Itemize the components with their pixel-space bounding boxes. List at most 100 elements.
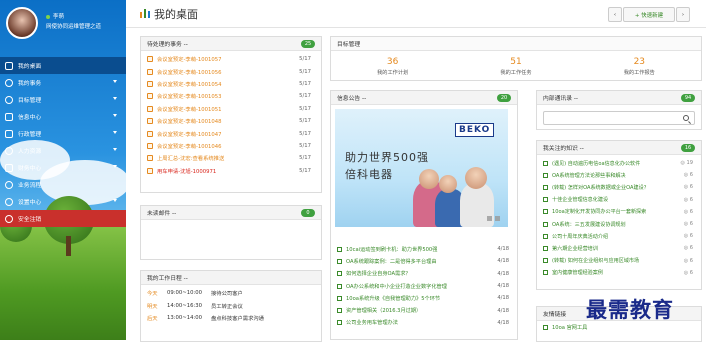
notice-item[interactable]: 公司业务用车管理办法 4/18: [331, 317, 517, 329]
notice-item[interactable]: 资产管理相关（2016.3月过期） 4/18: [331, 304, 517, 316]
sidebar-item-settings[interactable]: 设置中心: [0, 193, 126, 210]
family-photo: [419, 169, 439, 189]
goal-panel: 目标管理 36 我的工作计划 51 我的工作任务 23 我的工作报告: [330, 36, 702, 81]
notice-item[interactable]: 10cai运动签到刷卡机：助力世界500强 4/18: [331, 243, 517, 255]
carousel-prev-icon[interactable]: [487, 216, 492, 221]
user-name: 李萌: [46, 12, 64, 20]
todo-item[interactable]: 会议室预定-李萌-1001054 5/17: [141, 78, 321, 90]
todo-item-date: 5/17: [299, 142, 311, 149]
todo-item-date: 5/17: [299, 68, 311, 75]
advertisement-banner[interactable]: BEKO 助力世界500强 倍科电器: [335, 109, 508, 227]
knowledge-title: 室内健康管理经验案例: [552, 270, 603, 277]
schedule-title: 接待公司客户: [211, 291, 243, 298]
sidebar-item-workflow[interactable]: 业务流程: [0, 176, 126, 193]
sidebar-item-goals[interactable]: 目标管理: [0, 91, 126, 108]
todo-item-date: 5/17: [299, 56, 311, 63]
knowledge-count: ◎ 6: [683, 257, 693, 264]
knowledge-item[interactable]: 10oa定制化开发协同办公平台一套新探索 ◎ 6: [537, 206, 701, 218]
schedule-item[interactable]: 后天 13:00~14:00 盘点科技客户需求沟通: [141, 312, 321, 325]
todo-item[interactable]: 会议室预定-李萌-1001053 5/17: [141, 90, 321, 102]
sidebar-item-affairs[interactable]: 我的事务: [0, 74, 126, 91]
knowledge-count-badge: 16: [681, 144, 695, 152]
knowledge-title: 10oa定制化开发协同办公平台一套新探索: [552, 209, 647, 216]
knowledge-item[interactable]: 室内健康管理经验案例 ◎ 6: [537, 267, 701, 279]
document-icon: [147, 155, 153, 162]
notice-item[interactable]: OA系统跟踪案例：二是倍得多平台理由 4/18: [331, 255, 517, 267]
knowledge-item[interactable]: OA系统管理方法论那些事和解决 ◎ 6: [537, 169, 701, 181]
notice-icon: [337, 295, 342, 301]
mail-panel-header: 未读邮件 -- 0: [141, 206, 321, 220]
sidebar-item-desktop[interactable]: 我的桌面: [0, 57, 126, 74]
goal-label: 我的工作报告: [623, 70, 655, 76]
knowledge-item[interactable]: 第六期企业经营培训 ◎ 6: [537, 242, 701, 254]
todo-item-title: 上周汇总-沈宏:查看系统推送: [157, 156, 225, 163]
sidebar-item-admin[interactable]: 行政管理: [0, 125, 126, 142]
notice-item[interactable]: OA办公系统和中小企业打造企业数字化管理 4/18: [331, 280, 517, 292]
sidebar-item-finance[interactable]: 财务中心: [0, 159, 126, 176]
knowledge-item[interactable]: OA系统：三五发展建设协调规划 ◎ 6: [537, 218, 701, 230]
knowledge-icon: [543, 160, 548, 166]
todo-item[interactable]: 会议室预定-李萌-1001057 5/17: [141, 53, 321, 65]
contacts-search-input[interactable]: [543, 111, 695, 125]
knowledge-list: (遇见) 自动遍历电信oa信息化办公软件 ◎ 19 OA系统管理方法论那些事和解决 ◎…: [537, 155, 701, 279]
knowledge-count: ◎ 6: [683, 245, 693, 252]
todo-item[interactable]: 会议室预定-李萌-1001056 5/17: [141, 65, 321, 77]
sidebar-item-logout[interactable]: 安全注销: [0, 210, 126, 227]
notice-item[interactable]: 10oa系统升级《自我管理助力》5个环节 4/18: [331, 292, 517, 304]
todo-item[interactable]: 会议室预定-李萌-1001048 5/17: [141, 115, 321, 127]
knowledge-item[interactable]: (转载) 如何在企业组织与应用区域市场 ◎ 6: [537, 255, 701, 267]
sidebar-item-hr[interactable]: 人力资源: [0, 142, 126, 159]
chevron-down-icon: [113, 97, 117, 100]
quick-create-button[interactable]: + 快速新建: [623, 7, 675, 22]
online-status-icon: [46, 14, 50, 19]
schedule-item[interactable]: 今天 09:00~10:00 接待公司客户: [141, 287, 321, 300]
chevron-down-icon: [113, 131, 117, 134]
carousel-next-icon[interactable]: [495, 216, 500, 221]
todo-item-date: 5/17: [299, 155, 311, 162]
goal-cell[interactable]: 23 我的工作报告: [579, 57, 699, 76]
knowledge-item[interactable]: 公司十周年庆典活动介绍 ◎ 6: [537, 230, 701, 242]
prev-button[interactable]: ‹: [608, 7, 622, 22]
goal-cell[interactable]: 36 我的工作计划: [333, 57, 453, 76]
power-icon: [5, 214, 13, 223]
knowledge-count: ◎ 6: [683, 184, 693, 191]
todo-item-title: 会议室预定-李萌-1001054: [157, 81, 222, 88]
document-icon: [147, 93, 153, 100]
avatar[interactable]: [6, 7, 38, 39]
todo-item[interactable]: 用车申请-沈旭-1000971 5/17: [141, 165, 321, 177]
flow-icon: [5, 180, 13, 189]
next-button[interactable]: ›: [676, 7, 690, 22]
notice-date: 4/18: [497, 283, 509, 290]
sidebar-item-info[interactable]: 信息中心: [0, 108, 126, 125]
schedule-day: 明天: [147, 303, 158, 310]
todo-item[interactable]: 会议室预定-李萌-1001046 5/17: [141, 140, 321, 152]
todo-item[interactable]: 会议室预定-李萌-1001047 5/17: [141, 127, 321, 139]
chevron-down-icon: [113, 165, 117, 168]
todo-item-date: 5/17: [299, 93, 311, 100]
knowledge-count: ◎ 6: [683, 208, 693, 215]
knowledge-icon: [543, 197, 548, 203]
search-icon[interactable]: [683, 115, 689, 121]
knowledge-item[interactable]: 十佳企业管理信息化建设 ◎ 6: [537, 194, 701, 206]
knowledge-item[interactable]: (转载) 怎样对OA系统数据或企业OA建设？ ◎ 6: [537, 181, 701, 193]
notice-icon: [337, 246, 342, 252]
schedule-day: 今天: [147, 291, 158, 298]
notice-title: 10oa系统升级《自我管理助力》5个环节: [346, 295, 441, 302]
notice-title: 10cai运动签到刷卡机：助力世界500强: [346, 246, 438, 253]
todo-item[interactable]: 上周汇总-沈宏:查看系统推送 5/17: [141, 152, 321, 164]
todo-item-date: 5/17: [299, 118, 311, 125]
todo-item[interactable]: 会议室预定-李萌-1001051 5/17: [141, 103, 321, 115]
notice-item[interactable]: 如何选择企业自身OA需求？ 4/18: [331, 268, 517, 280]
knowledge-icon: [543, 233, 548, 239]
clock-icon: [5, 78, 13, 87]
notice-title: OA系统跟踪案例：二是倍得多平台理由: [346, 258, 437, 265]
ad-headline: 助力世界500强: [345, 151, 429, 164]
todo-item-title: 会议室预定-李萌-1001057: [157, 57, 222, 64]
knowledge-icon: [543, 209, 548, 215]
knowledge-title: OA系统：三五发展建设协调规划: [552, 221, 626, 228]
todo-panel: 待处理的事务 -- 25 会议室预定-李萌-1001057 5/17 会议室预定-李萌…: [140, 36, 322, 193]
todo-list: 会议室预定-李萌-1001057 5/17 会议室预定-李萌-1001056 5/17…: [141, 51, 321, 177]
goal-cell[interactable]: 51 我的工作任务: [456, 57, 576, 76]
knowledge-item[interactable]: (遇见) 自动遍历电信oa信息化办公软件 ◎ 19: [537, 157, 701, 169]
schedule-item[interactable]: 明天 14:00~16:30 员工转正会议: [141, 300, 321, 313]
